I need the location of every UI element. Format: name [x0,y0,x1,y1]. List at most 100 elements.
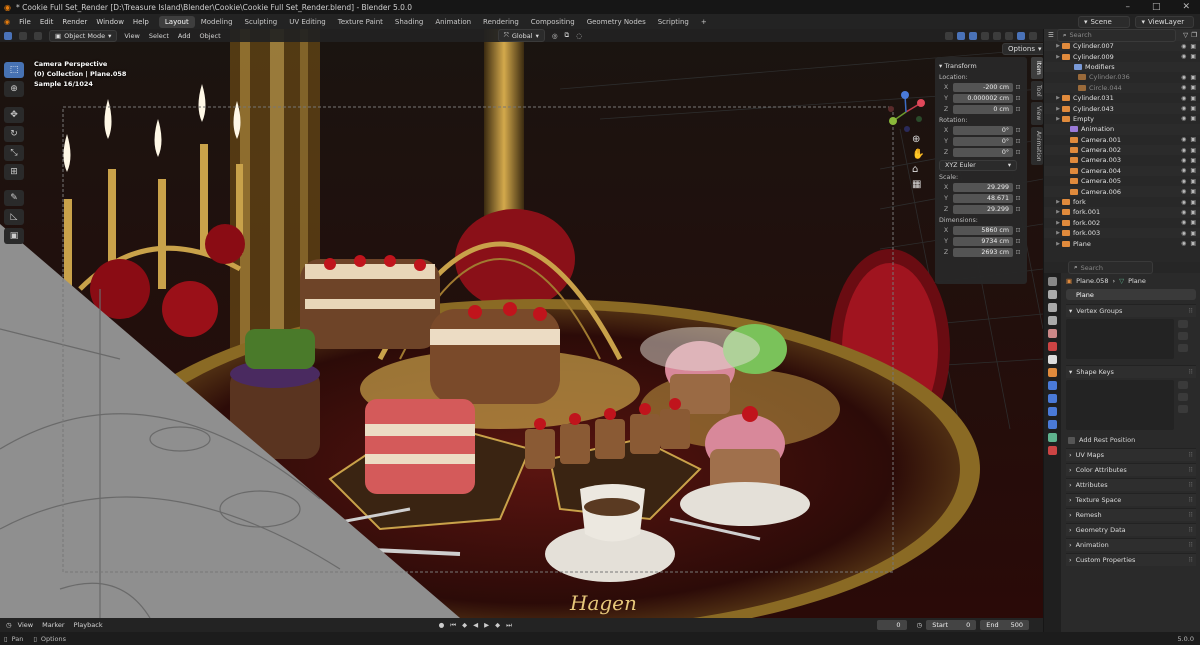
section-remesh[interactable]: › Remesh ⠿ [1066,508,1196,521]
outliner-row-plane[interactable]: ▶ Plane ◉ ▣ [1044,238,1200,248]
eye-icon[interactable]: ◉ [1181,178,1186,185]
add-rest-position-checkbox[interactable]: Add Rest Position [1066,434,1196,446]
section-color-attributes[interactable]: › Color Attributes ⠿ [1066,463,1196,476]
render-camera-icon[interactable]: ▣ [1190,53,1196,60]
render-camera-icon[interactable]: ▣ [1190,136,1196,143]
lock-icon[interactable]: ⊡ [1013,95,1023,102]
editor-type-icon[interactable]: ◷ [6,621,12,629]
eye-icon[interactable]: ◉ [1181,188,1186,195]
outliner-row-camera-005[interactable]: Camera.005 ◉ ▣ [1044,176,1200,186]
drag-handle-icon[interactable]: ⠿ [1188,511,1196,519]
drag-handle-icon[interactable]: ⠿ [1188,307,1196,315]
navigation-gizmo[interactable] [883,89,929,135]
section-texture-space[interactable]: › Texture Space ⠿ [1066,493,1196,506]
remove-icon[interactable] [1178,393,1188,401]
menu-chevron-icon[interactable] [1178,405,1188,413]
tab-modeling[interactable]: Modeling [195,16,239,28]
render-camera-icon[interactable]: ▣ [1190,219,1196,226]
jump-end-icon[interactable]: ⏭ [506,621,512,630]
visibility-icon[interactable] [945,31,953,40]
outliner-row-cylinder-031[interactable]: ▶ Cylinder.031 ◉ ▣ [1044,93,1200,103]
outliner-row-fork-003[interactable]: ▶ fork.003 ◉ ▣ [1044,228,1200,239]
menu-file[interactable]: File [19,18,31,26]
object-props-icon[interactable] [1048,368,1057,377]
view-layer-props-icon[interactable] [1048,316,1057,325]
scale-tool-icon[interactable]: ⤡ [4,145,24,161]
xray-icon[interactable] [981,31,989,40]
expand-arrow-icon[interactable]: ▶ [1054,106,1062,112]
view-layer-dropdown[interactable]: ▾ ViewLayer [1135,15,1194,28]
start-frame-field[interactable]: Start 0 [926,620,977,630]
overlay-toggle-icon[interactable] [969,31,977,40]
viewport-menu-view[interactable]: View [124,32,139,40]
next-keyframe-icon[interactable]: ◆ [495,621,500,630]
render-camera-icon[interactable]: ▣ [1190,74,1196,81]
outliner-row-cylinder-043[interactable]: ▶ Cylinder.043 ◉ ▣ [1044,103,1200,114]
render-props-icon[interactable] [1048,290,1057,299]
section-geometry-data[interactable]: › Geometry Data ⠿ [1066,523,1196,536]
tool-props-icon[interactable] [1048,277,1057,286]
timeline-menu-view[interactable]: View [18,621,33,629]
eye-icon[interactable]: ◉ [1181,230,1186,237]
expand-arrow-icon[interactable]: ▶ [1054,199,1062,205]
lock-icon[interactable]: ⊡ [1013,138,1023,145]
eye-icon[interactable]: ◉ [1181,219,1186,226]
new-collection-icon[interactable]: ❐ [1191,31,1200,39]
render-camera-icon[interactable]: ▣ [1190,115,1196,122]
eye-icon[interactable]: ◉ [1181,199,1186,206]
scale-z-field[interactable]: 29.299 [953,204,1013,214]
drag-handle-icon[interactable]: ⠿ [1188,526,1196,534]
tab-compositing[interactable]: Compositing [525,16,581,28]
vertex-groups-list[interactable] [1066,319,1174,359]
eye-icon[interactable]: ◉ [1181,240,1186,247]
select-tool-icon[interactable]: ⬚ [4,62,24,78]
eye-icon[interactable]: ◉ [1181,157,1186,164]
viewport-menu-add[interactable]: Add [178,32,191,40]
maximize-icon[interactable]: □ [1152,2,1161,12]
render-camera-icon[interactable]: ▣ [1190,188,1196,195]
tab-rendering[interactable]: Rendering [477,16,525,28]
orientation-dropdown[interactable]: ⤧ Global ▾ [497,29,545,42]
solid-shading-icon[interactable] [1005,31,1013,40]
add-workspace-button[interactable]: + [695,16,713,28]
render-camera-icon[interactable]: ▣ [1190,178,1196,185]
tab-layout[interactable]: Layout [158,15,195,28]
shape-keys-list[interactable] [1066,380,1174,430]
proportional-edit-icon[interactable]: ◌ [576,32,582,40]
rotation-z-field[interactable]: 0° [953,147,1013,157]
outliner-row-camera-001[interactable]: Camera.001 ◉ ▣ [1044,135,1200,145]
render-camera-icon[interactable]: ▣ [1190,199,1196,206]
add-icon[interactable] [1178,381,1188,389]
play-reverse-icon[interactable]: ◀ [473,621,478,630]
drag-handle-icon[interactable]: ⠿ [1188,368,1196,376]
3d-viewport[interactable]: ▣ Object Mode ▾ View Select Add Object ⤧ Globa… [0,29,1043,618]
select-extend-icon[interactable] [19,31,27,40]
gizmo-toggle-icon[interactable] [957,31,965,40]
render-camera-icon[interactable]: ▣ [1190,157,1196,164]
material-props-icon[interactable] [1048,446,1057,455]
lock-icon[interactable]: ⊡ [1013,149,1023,156]
lock-icon[interactable]: ⊡ [1013,127,1023,134]
outliner-row-fork[interactable]: ▶ fork ◉ ▣ [1044,197,1200,207]
data-props-icon[interactable] [1048,433,1057,442]
render-camera-icon[interactable]: ▣ [1190,147,1196,154]
expand-arrow-icon[interactable]: ▶ [1054,220,1062,226]
scene-props-icon[interactable] [1048,329,1057,338]
camera-view-icon[interactable]: ⌂ [912,164,924,175]
viewport-menu-object[interactable]: Object [199,32,220,40]
section-uv-maps[interactable]: › UV Maps ⠿ [1066,448,1196,461]
tab-geometry-nodes[interactable]: Geometry Nodes [581,16,652,28]
render-camera-icon[interactable]: ▣ [1190,240,1196,247]
lock-icon[interactable]: ⊡ [1013,227,1023,234]
lock-icon[interactable]: ⊡ [1013,238,1023,245]
tab-animation[interactable]: Animation [429,16,477,28]
sidebar-tab-item[interactable]: Item [1031,57,1043,79]
viewport-menu-select[interactable]: Select [149,32,169,40]
render-camera-icon[interactable]: ▣ [1190,167,1196,174]
transform-header[interactable]: ▾ Transform [939,62,1023,70]
mesh-name-field[interactable]: Plane [1066,289,1196,300]
expand-arrow-icon[interactable]: ▶ [1054,241,1062,247]
constraints-props-icon[interactable] [1048,420,1057,429]
expand-arrow-icon[interactable]: ▶ [1054,116,1062,122]
physics-props-icon[interactable] [1048,407,1057,416]
